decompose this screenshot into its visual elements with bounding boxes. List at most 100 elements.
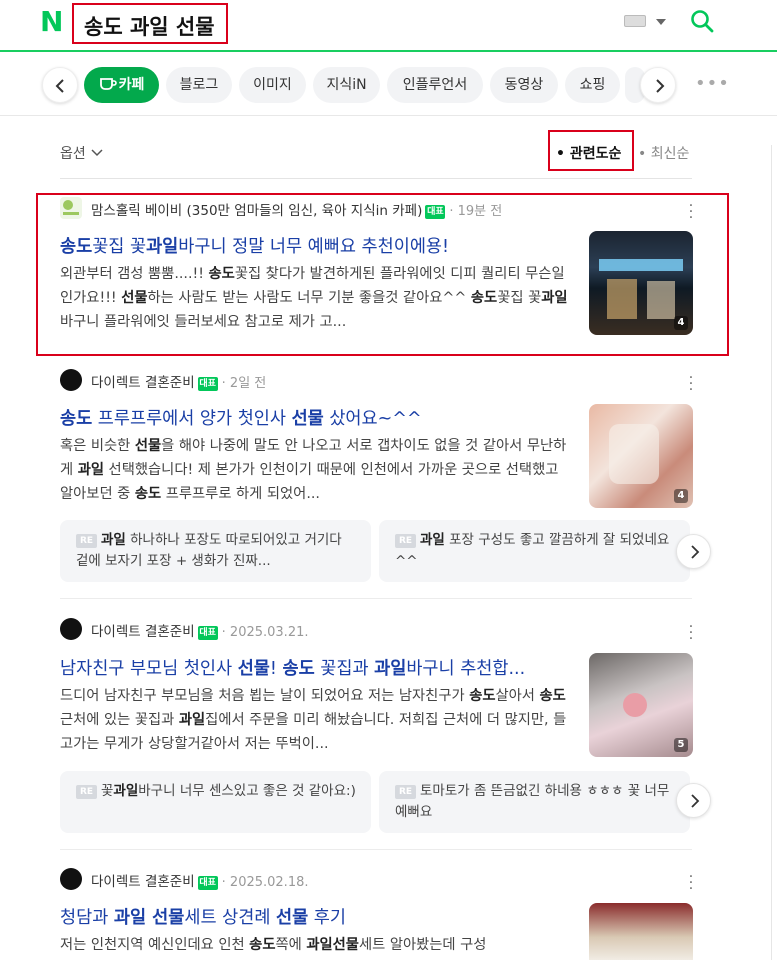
post-thumbnail[interactable]: 5 <box>589 653 693 757</box>
post-description[interactable]: 외관부터 갬성 뿜뿜....!! 송도꽃집 찾다가 발견하게된 플라워에잇 디피… <box>60 262 570 334</box>
reply-card[interactable]: RE 과일 포장 구성도 좋고 깔끔하게 잘 되었네요^^ <box>379 520 690 582</box>
reply-keyword: 과일 <box>101 532 126 548</box>
re-tag: RE <box>395 534 416 548</box>
title-keyword: 선물 <box>276 908 309 928</box>
post-thumbnail[interactable]: 4 <box>589 231 693 335</box>
direct-logo-icon <box>60 868 82 890</box>
direct-logo-icon <box>60 618 82 640</box>
desc-keyword: 과일 <box>178 712 206 728</box>
chevron-down-icon <box>91 149 103 157</box>
chevron-right-icon <box>691 545 700 559</box>
more-icon[interactable]: ••• <box>695 73 730 94</box>
title-keyword: 과일 <box>374 659 407 679</box>
desc-keyword: 과일 <box>77 462 105 478</box>
sort-relevance[interactable]: • 관련도순 <box>556 143 621 163</box>
reply-text: 토마토가 좀 뜬금없긴 하네용 ㅎㅎㅎ 꽃 너무 예뻐요 <box>395 783 670 820</box>
divider <box>60 849 692 850</box>
post-title[interactable]: 청담과 과일 선물세트 상견례 선물 후기 <box>60 904 570 929</box>
direct-logo-icon <box>60 369 82 391</box>
desc-keyword: 송도 <box>539 688 566 704</box>
tab-image[interactable]: 이미지 <box>239 67 306 103</box>
desc-text: 프루프루로 하게 되었어... <box>161 486 320 502</box>
naver-logo[interactable]: N <box>40 8 66 36</box>
title-keyword: 과일 선물 <box>113 908 185 928</box>
kebab-icon[interactable]: · · · <box>686 371 696 397</box>
kebab-icon[interactable]: · · · <box>686 199 696 225</box>
sort-newest[interactable]: • 최신순 <box>638 143 689 163</box>
options-button[interactable]: 옵션 <box>60 143 104 163</box>
search-query-highlight[interactable]: 송도 과일 선물 <box>72 3 228 44</box>
tab-influencer[interactable]: 인플루언서 <box>387 67 483 103</box>
thumb-detail <box>647 281 675 319</box>
badge: 대표 <box>197 876 218 890</box>
reply-text: 꽃 <box>101 783 114 799</box>
chevron-down-icon[interactable] <box>656 19 666 25</box>
title-text: 꽃집과 <box>314 659 375 679</box>
coffee-cup-icon <box>99 78 117 90</box>
badge: 대표 <box>197 377 218 391</box>
search-query[interactable]: 송도 과일 선물 <box>84 11 215 41</box>
title-text: 바구니 추천합... <box>406 659 526 679</box>
reply-card[interactable]: RE 꽃과일바구니 너무 센스있고 좋은 것 같아요:) <box>60 771 371 833</box>
desc-text: 저는 인천지역 예신인데요 인천 <box>60 937 250 953</box>
desc-text: 혹은 비슷한 <box>60 438 135 454</box>
time-text: 19분 전 <box>457 204 503 219</box>
title-text: 남자친구 부모님 첫인사 <box>60 659 238 679</box>
post-description[interactable]: 드디어 남자친구 부모님을 처음 뵙는 날이 되었어요 저는 남자친구가 송도살… <box>60 684 570 756</box>
divider <box>60 598 692 599</box>
kebab-icon[interactable]: · · · <box>686 620 696 646</box>
thumb-detail <box>607 279 637 319</box>
tab-video[interactable]: 동영상 <box>490 67 558 103</box>
post-description[interactable]: 혹은 비슷한 선물을 해야 나중에 말도 안 나오고 서로 갭차이도 없을 것 … <box>60 434 570 506</box>
desc-keyword: 송도 <box>469 688 496 704</box>
chevron-right-icon <box>691 794 700 808</box>
post-description[interactable]: 저는 인천지역 예신인데요 인천 송도쪽에 과일선물세트 알아봤는데 구성 <box>60 933 570 960</box>
image-count-badge: 4 <box>674 489 688 503</box>
tab-kin[interactable]: 지식iN <box>313 67 380 103</box>
replies-next-button[interactable] <box>676 783 711 818</box>
title-text: 청담과 <box>60 908 114 928</box>
tabs-prev-button[interactable] <box>42 67 78 103</box>
post-title[interactable]: 송도 프루프루에서 양가 첫인사 선물 샀어요~^^ <box>60 405 570 430</box>
tab-blog[interactable]: 블로그 <box>166 67 232 103</box>
desc-keyword: 선물 <box>121 290 148 306</box>
divider <box>0 115 777 116</box>
title-text: ! <box>269 659 283 679</box>
tabs-next-button[interactable] <box>640 67 676 103</box>
cafe-thumbnail-icon <box>60 197 82 219</box>
post-thumbnail[interactable]: 4 <box>589 404 693 508</box>
title-text: 후기 <box>308 908 346 928</box>
replies-next-button[interactable] <box>676 534 711 569</box>
image-count-badge: 4 <box>674 316 688 330</box>
thumb-detail <box>609 424 659 484</box>
post-title[interactable]: 송도꽃집 꽃과일바구니 정말 너무 예뻐요 추천이에용! <box>60 233 570 258</box>
reply-card[interactable]: RE 과일 하나하나 포장도 따로되어있고 거기다 겉에 보자기 포장 + 생화가… <box>60 520 371 582</box>
search-header: N 송도 과일 선물 <box>0 0 777 52</box>
tab-cafe[interactable]: 카페 <box>84 67 159 103</box>
vertical-tabs: 카페 블로그 이미지 지식iN 인플루언서 동영상 쇼핑 ••• <box>0 60 777 112</box>
tab-shopping[interactable]: 쇼핑 <box>565 67 620 103</box>
reply-keyword: 과일 <box>420 532 445 548</box>
title-text: 바구니 정말 너무 예뻐요 추천이에용! <box>178 237 450 257</box>
desc-text: 세트 알아봤는데 구성 <box>358 937 487 953</box>
search-icon[interactable] <box>690 9 714 33</box>
thumb-detail <box>623 693 647 717</box>
source-name[interactable]: 다이렉트 결혼준비 대표 · 2025.03.21. <box>91 620 309 640</box>
desc-text: 외관부터 갬성 뿜뿜....!! <box>60 266 209 282</box>
kebab-icon[interactable]: · · · <box>686 870 696 896</box>
source-name[interactable]: 다이렉트 결혼준비 대표 · 2일 전 <box>91 371 266 391</box>
source-name[interactable]: 맘스홀릭 베이비 (350만 엄마들의 임신, 육아 지식in 카페) 대표 · 1… <box>91 199 502 219</box>
post-time: · 2025.03.21. <box>221 625 309 640</box>
post-thumbnail[interactable] <box>589 903 693 960</box>
options-label: 옵션 <box>60 146 86 162</box>
scrollbar[interactable] <box>771 145 777 960</box>
desc-keyword: 송도 <box>208 266 235 282</box>
title-keyword: 송도 <box>60 409 93 429</box>
keyboard-icon[interactable] <box>624 15 646 27</box>
post-title[interactable]: 남자친구 부모님 첫인사 선물! 송도 꽃집과 과일바구니 추천합... <box>60 655 570 680</box>
time-text: 2일 전 <box>229 376 267 391</box>
source-text: 다이렉트 결혼준비 <box>91 624 195 640</box>
reply-card[interactable]: RE 토마토가 좀 뜬금없긴 하네용 ㅎㅎㅎ 꽃 너무 예뻐요 <box>379 771 690 833</box>
source-name[interactable]: 다이렉트 결혼준비 대표 · 2025.02.18. <box>91 870 309 890</box>
sort-relevance-highlight[interactable]: • 관련도순 <box>548 130 634 171</box>
